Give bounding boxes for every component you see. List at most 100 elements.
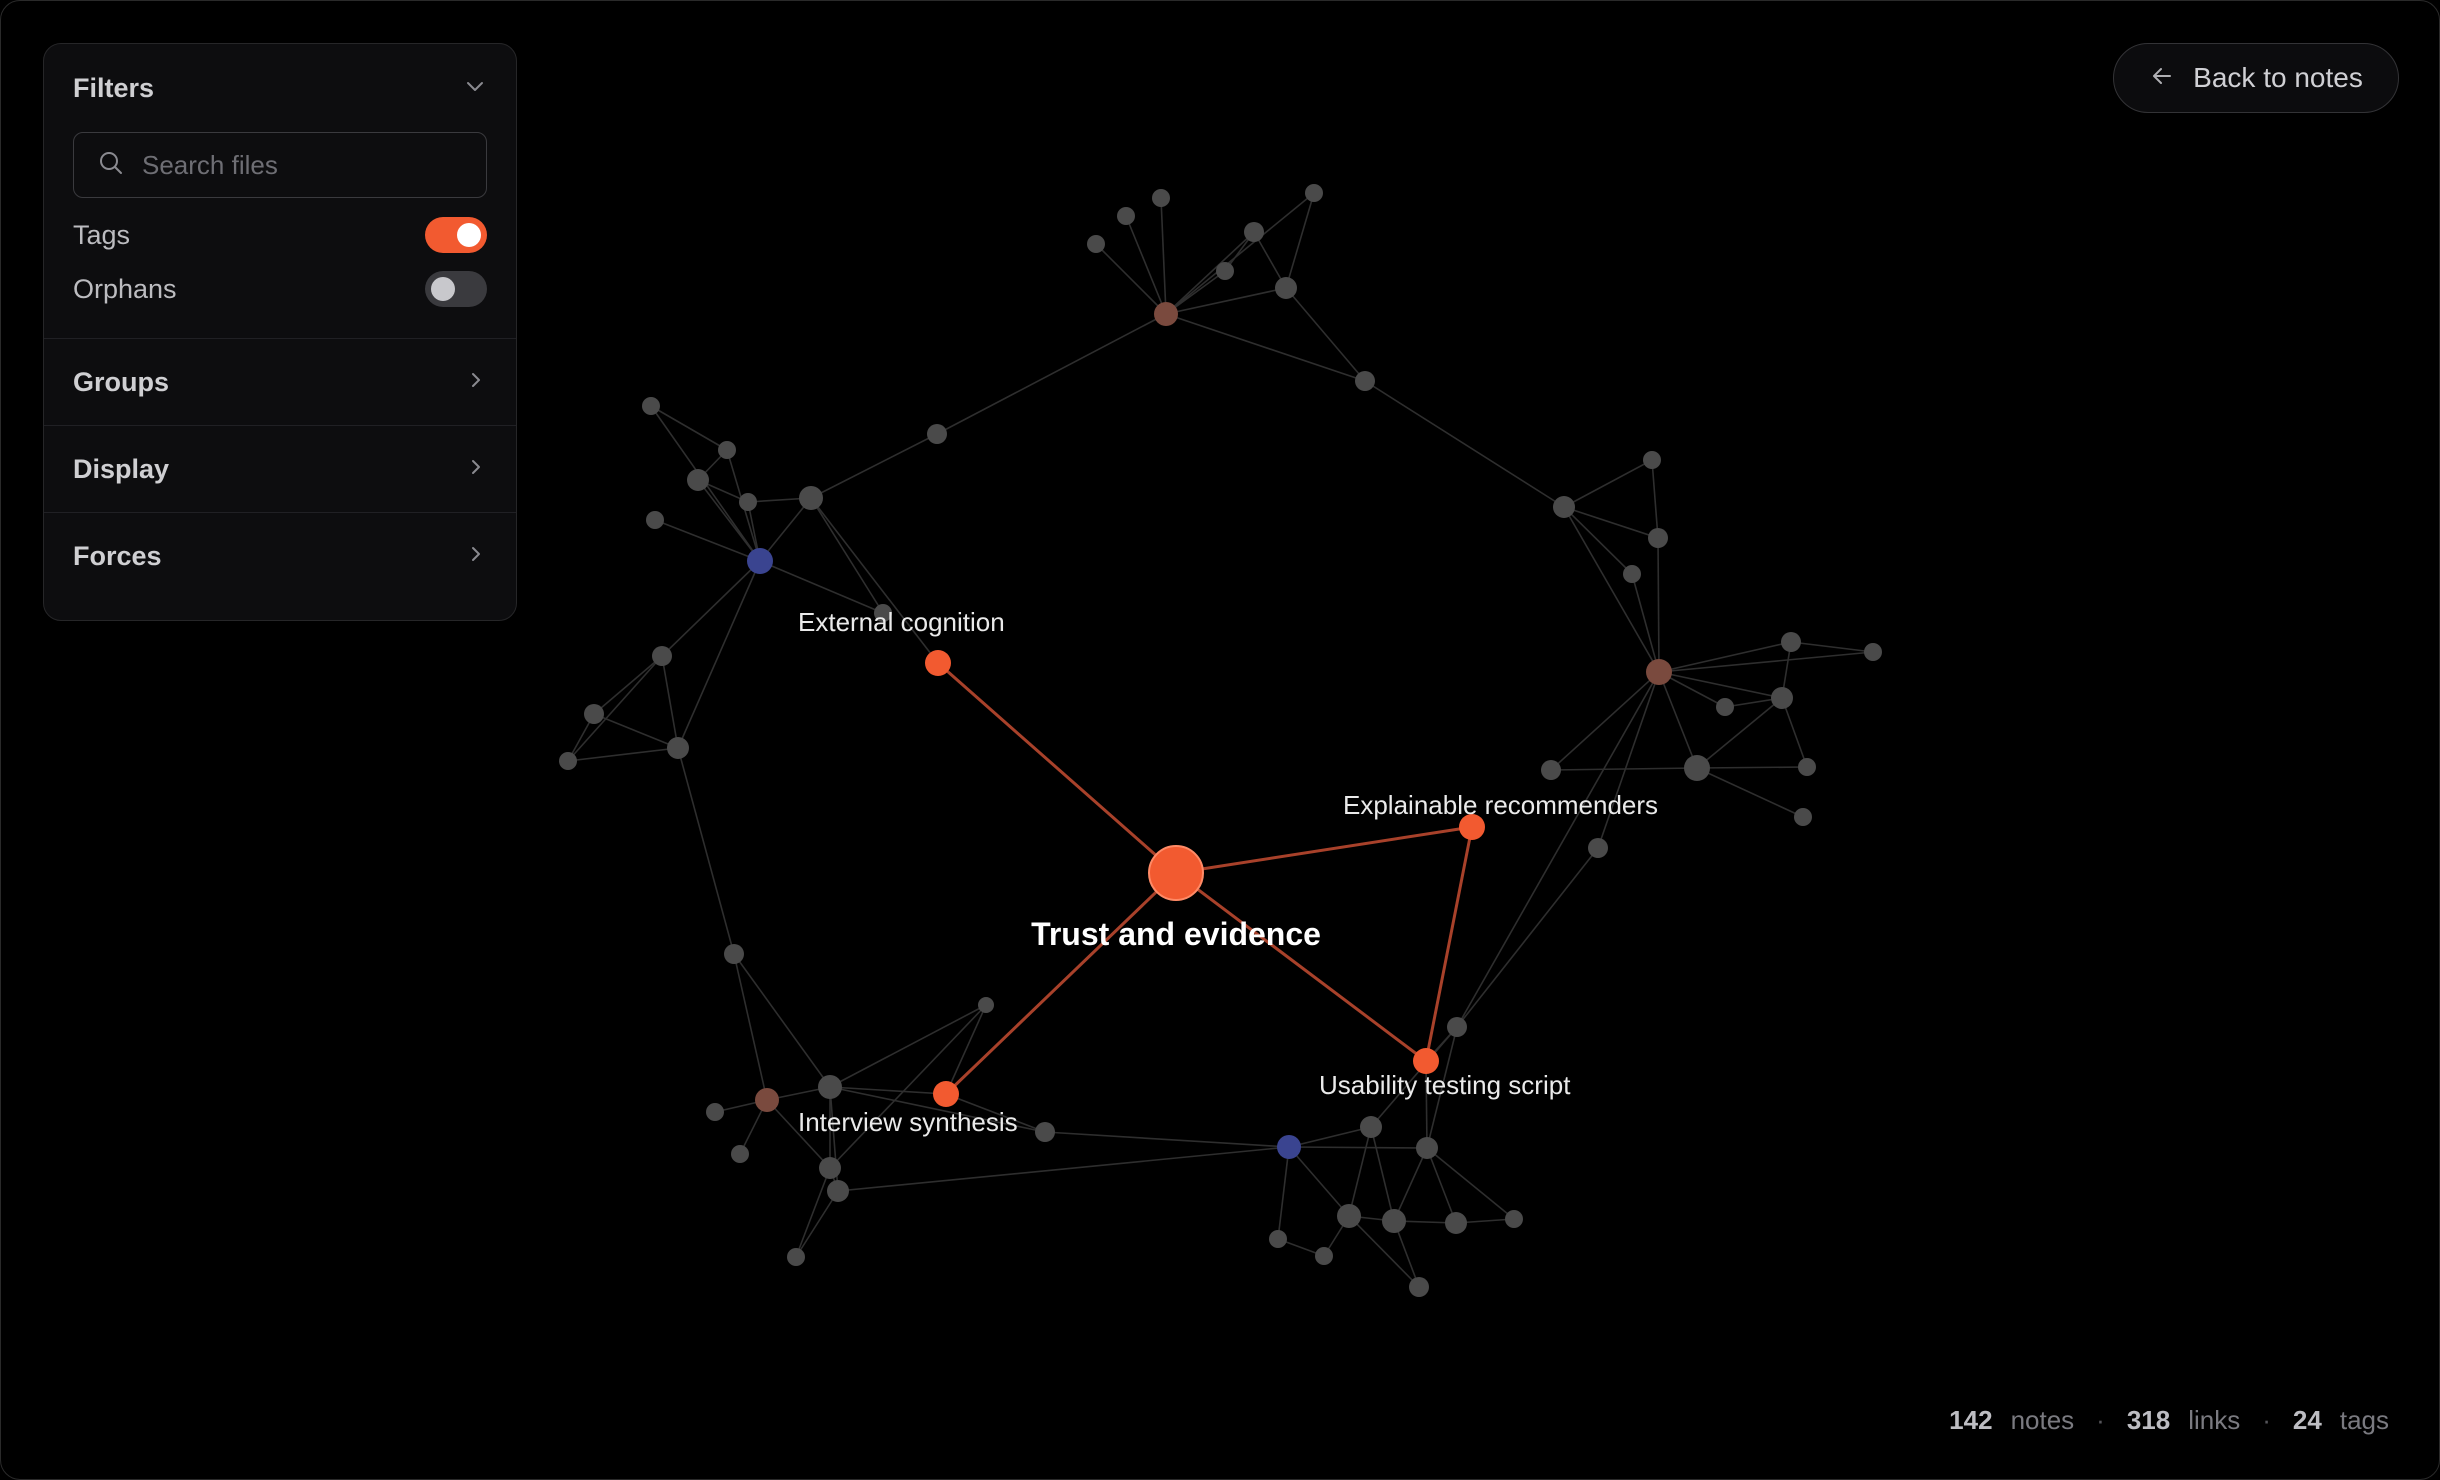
graph-node[interactable] [1716, 698, 1734, 716]
graph-node[interactable] [1087, 235, 1105, 253]
toggle-knob [457, 223, 481, 247]
back-to-notes-label: Back to notes [2193, 62, 2363, 93]
graph-edge [1657, 537, 1660, 673]
orphans-toggle[interactable] [425, 271, 487, 307]
graph-node[interactable] [1447, 1017, 1467, 1037]
graph-node[interactable] [1244, 222, 1264, 242]
graph-node[interactable] [652, 646, 672, 666]
graph-stats: 142 notes · 318 links · 24 tags [1949, 1405, 2389, 1436]
graph-node[interactable] [1355, 371, 1375, 391]
graph-node[interactable] [646, 511, 664, 529]
chevron-right-icon [466, 370, 486, 395]
graph-edge [1696, 766, 1808, 769]
section-forces-label: Forces [73, 540, 162, 571]
graph-node[interactable] [1445, 1212, 1467, 1234]
graph-group-node[interactable] [1277, 1135, 1301, 1159]
graph-node[interactable] [706, 1103, 724, 1121]
graph-node[interactable] [819, 1157, 841, 1179]
chevron-down-icon[interactable] [464, 75, 486, 102]
graph-node[interactable] [1798, 758, 1816, 776]
filters-header[interactable]: Filters [44, 44, 516, 132]
graph-edge [1285, 192, 1315, 289]
graph-node[interactable] [1553, 496, 1575, 518]
graph-edge [1370, 1126, 1395, 1222]
tags-count: 24 [2292, 1405, 2322, 1435]
graph-edge [810, 497, 884, 614]
graph-edge [1165, 231, 1255, 315]
graph-node-external-cognition[interactable] [925, 650, 951, 676]
graph-node[interactable] [1152, 189, 1170, 207]
graph-node-interview-synthesis[interactable] [933, 1081, 959, 1107]
graph-node-center[interactable] [1148, 845, 1204, 901]
tags-toggle-row: Tags [44, 208, 516, 262]
graph-node[interactable] [1541, 760, 1561, 780]
graph-node[interactable] [1623, 565, 1641, 583]
graph-node[interactable] [1337, 1204, 1361, 1228]
graph-node[interactable] [818, 1075, 842, 1099]
graph-edge [1277, 1146, 1290, 1240]
graph-node[interactable] [1315, 1247, 1333, 1265]
toggle-knob [431, 277, 455, 301]
graph-node[interactable] [1588, 838, 1608, 858]
graph-node[interactable] [1505, 1210, 1523, 1228]
section-forces[interactable]: Forces [44, 512, 516, 599]
node-label-interview-synthesis: Interview synthesis [798, 1107, 1018, 1137]
graph-edge [567, 655, 663, 762]
graph-node[interactable] [718, 441, 736, 459]
graph-node[interactable] [731, 1145, 749, 1163]
graph-node[interactable] [739, 493, 757, 511]
section-groups[interactable]: Groups [44, 338, 516, 425]
graph-node[interactable] [1781, 632, 1801, 652]
graph-node[interactable] [1416, 1137, 1438, 1159]
graph-node[interactable] [1648, 528, 1668, 548]
graph-edge [1563, 506, 1659, 539]
section-display[interactable]: Display [44, 425, 516, 512]
graph-edge [1696, 697, 1783, 769]
graph-node[interactable] [1305, 184, 1323, 202]
search-input[interactable] [140, 148, 464, 182]
graph-node[interactable] [787, 1248, 805, 1266]
graph-tag-node[interactable] [1154, 302, 1178, 326]
graph-node[interactable] [584, 704, 604, 724]
back-to-notes-button[interactable]: Back to notes [2113, 43, 2399, 113]
graph-edge [945, 1004, 987, 1095]
graph-node[interactable] [724, 944, 744, 964]
graph-node[interactable] [827, 1180, 849, 1202]
graph-node[interactable] [1643, 451, 1661, 469]
graph-node[interactable] [1684, 755, 1710, 781]
tags-toggle[interactable] [425, 217, 487, 253]
graph-node[interactable] [978, 997, 994, 1013]
center-node-label: Trust and evidence [1031, 916, 1321, 952]
graph-edge [1456, 847, 1599, 1028]
graph-edge [829, 1004, 987, 1169]
graph-node[interactable] [927, 424, 947, 444]
graph-tag-node[interactable] [1646, 659, 1672, 685]
graph-node[interactable] [799, 486, 823, 510]
graph-edge [1651, 459, 1659, 539]
graph-node[interactable] [1275, 277, 1297, 299]
graph-edge [1563, 459, 1653, 508]
graph-node[interactable] [1771, 687, 1793, 709]
graph-node[interactable] [1216, 262, 1234, 280]
graph-node[interactable] [1360, 1116, 1382, 1138]
graph-edge [661, 560, 761, 657]
graph-node[interactable] [687, 469, 709, 491]
graph-edge [1044, 1131, 1290, 1148]
graph-node[interactable] [642, 397, 660, 415]
graph-node[interactable] [667, 737, 689, 759]
graph-node[interactable] [1864, 643, 1882, 661]
graph-edge [1095, 243, 1167, 315]
graph-node[interactable] [1117, 207, 1135, 225]
graph-node[interactable] [1382, 1209, 1406, 1233]
orphans-toggle-row: Orphans [44, 262, 516, 316]
graph-node[interactable] [1269, 1230, 1287, 1248]
search-files-field[interactable] [73, 132, 487, 198]
graph-node[interactable] [1035, 1122, 1055, 1142]
graph-edge [1160, 197, 1167, 315]
graph-node[interactable] [1794, 808, 1812, 826]
chevron-right-icon [466, 544, 486, 569]
graph-node[interactable] [559, 752, 577, 770]
graph-tag-node[interactable] [755, 1088, 779, 1112]
graph-group-node[interactable] [747, 548, 773, 574]
graph-node[interactable] [1409, 1277, 1429, 1297]
